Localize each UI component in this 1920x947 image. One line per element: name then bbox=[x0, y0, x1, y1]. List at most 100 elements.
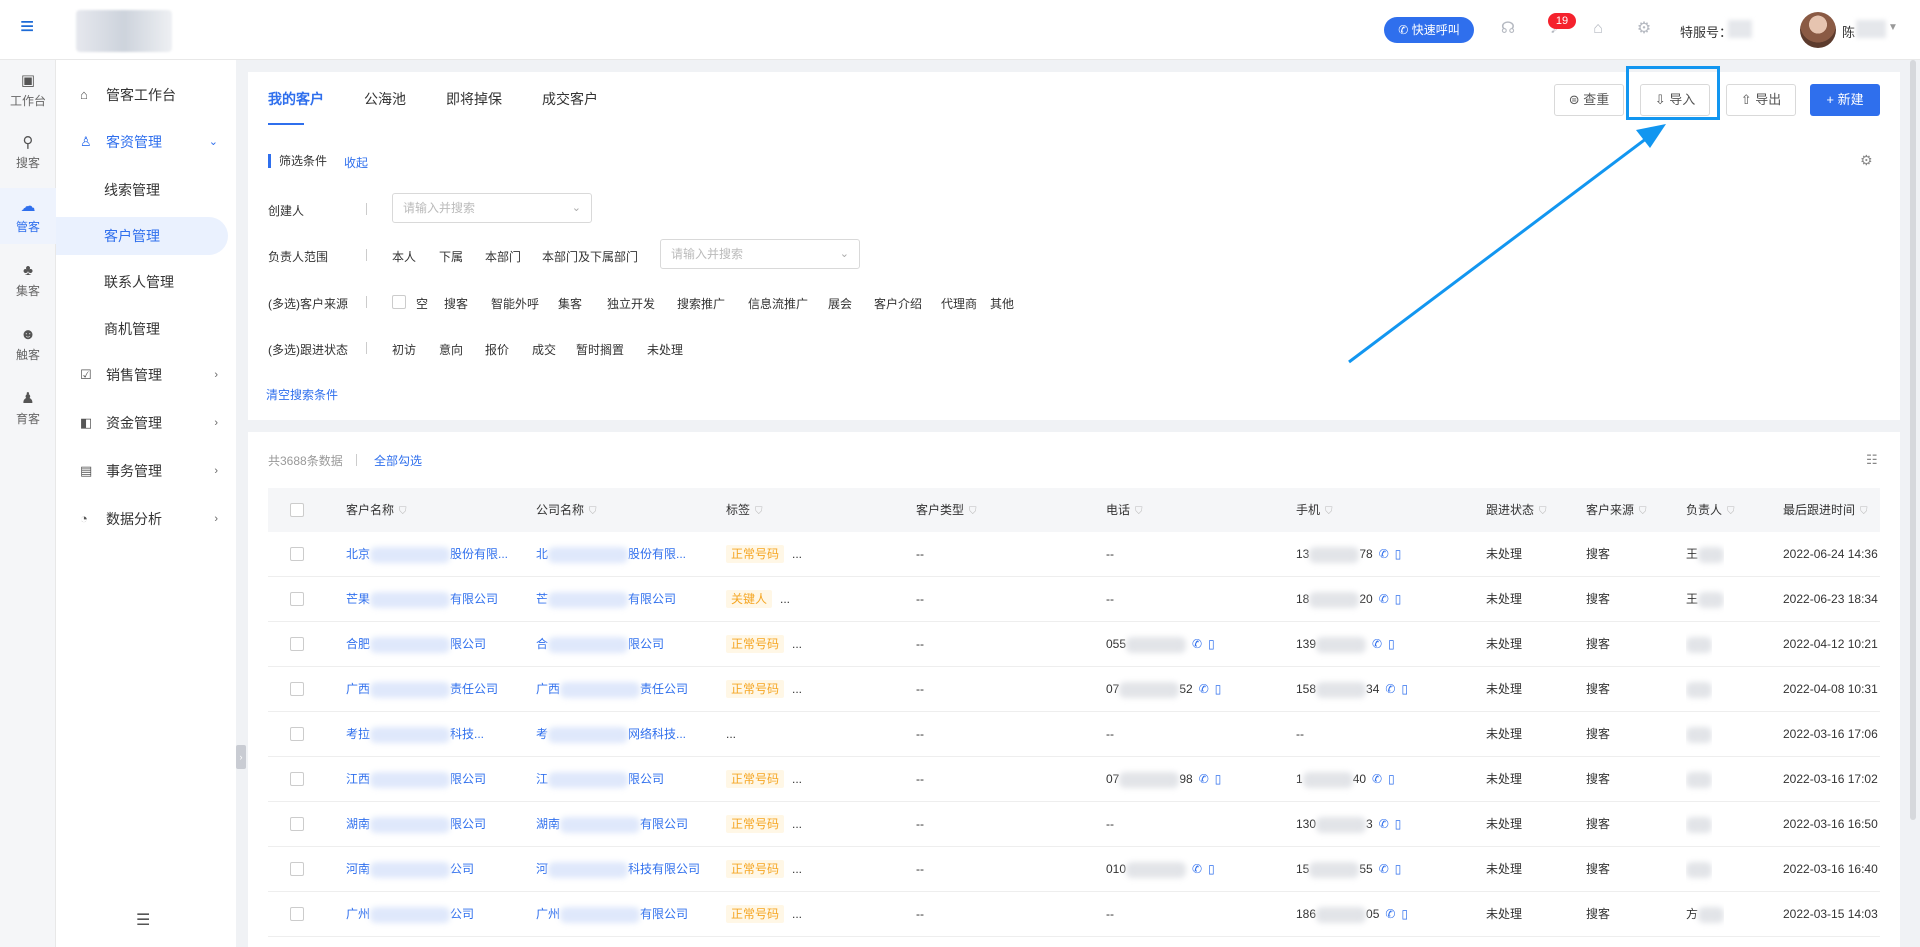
mobile-icon[interactable]: ▯ bbox=[1395, 817, 1402, 831]
mobile-icon[interactable]: ▯ bbox=[1388, 772, 1395, 786]
source-option-6[interactable]: 信息流推广 bbox=[748, 295, 808, 312]
source-option-5[interactable]: 搜索推广 bbox=[677, 295, 725, 312]
user-name[interactable]: 陈 bbox=[1842, 22, 1855, 41]
rail-item-manage-customer[interactable]: ☁ 管客 bbox=[0, 188, 56, 244]
status-option-2[interactable]: 报价 bbox=[485, 341, 509, 358]
sidebar-item-8[interactable]: ▤ 事务管理 › bbox=[56, 452, 236, 490]
collapse-sidebar-icon[interactable]: ☰ bbox=[136, 910, 150, 930]
table-row[interactable]: 北京 股份有限... 北 股份有限... 正常号码... -- -- 13 78 ✆ ▯ 未处理 搜客 王… bbox=[268, 532, 1880, 577]
phone-call-icon[interactable]: ✆ bbox=[1379, 547, 1389, 561]
company-name-link[interactable]: 湖南 有限公司 bbox=[536, 802, 688, 847]
mobile-icon[interactable]: ▯ bbox=[1395, 547, 1402, 561]
phone-call-icon[interactable]: ✆ bbox=[1372, 772, 1382, 786]
source-option-4[interactable]: 独立开发 bbox=[607, 295, 655, 312]
company-name-link[interactable]: 河 科技有限公司 bbox=[536, 847, 700, 892]
sidebar-toggle-handle[interactable]: › bbox=[236, 745, 246, 769]
company-name-link[interactable]: 芒 有限公司 bbox=[536, 577, 676, 622]
source-option-2[interactable]: 智能外呼 bbox=[491, 295, 539, 312]
table-row[interactable]: 考拉 科技... 考 网络科技...... -- -- -- 未处理 搜客 2022-03-16 … bbox=[268, 712, 1880, 757]
sidebar-item-7[interactable]: ◧ 资金管理 › bbox=[56, 404, 236, 442]
owner-option-self[interactable]: 本人 bbox=[392, 248, 416, 265]
sidebar-item-6[interactable]: ☑ 销售管理 › bbox=[56, 356, 236, 394]
rail-item-touch-customer[interactable]: ☻ 触客 bbox=[0, 316, 56, 372]
customer-name-link[interactable]: 芒果 有限公司 bbox=[346, 577, 498, 622]
header-checkbox[interactable] bbox=[290, 503, 304, 517]
table-row[interactable]: 湖南 限公司 湖南 有限公司 正常号码... -- -- 130 3 ✆ ▯ 未处理 搜客 2022-03… bbox=[268, 802, 1880, 847]
row-checkbox[interactable] bbox=[290, 772, 304, 786]
table-row[interactable]: 芒果 有限公司 芒 有限公司 关键人... -- -- 18 20 ✆ ▯ 未处理 搜客 王 2022-06… bbox=[268, 577, 1880, 622]
chevron-down-icon[interactable]: ▼ bbox=[1888, 22, 1898, 33]
sidebar-item-1[interactable]: ♙ 客资管理 ⌄ bbox=[56, 123, 236, 161]
company-name-link[interactable]: 北 股份有限... bbox=[536, 532, 686, 577]
phone-call-icon[interactable]: ✆ bbox=[1192, 862, 1202, 876]
table-row[interactable]: 广州 公司 广州 有限公司 正常号码... -- -- 186 05 ✆ ▯ 未处理 搜客 方 2022-0… bbox=[268, 892, 1880, 937]
headset-icon[interactable]: ☊ bbox=[1498, 19, 1518, 39]
source-option-7[interactable]: 展会 bbox=[828, 295, 852, 312]
owner-option-dept-and-sub[interactable]: 本部门及下属部门 bbox=[542, 248, 638, 265]
import-button[interactable]: ⇩ 导入 bbox=[1640, 84, 1710, 116]
mobile-icon[interactable]: ▯ bbox=[1395, 592, 1402, 606]
source-option-3[interactable]: 集客 bbox=[558, 295, 582, 312]
company-name-link[interactable]: 合 限公司 bbox=[536, 622, 664, 667]
rail-item-nurture-customer[interactable]: ♟ 育客 bbox=[0, 380, 56, 436]
status-option-3[interactable]: 成交 bbox=[532, 341, 556, 358]
phone-call-icon[interactable]: ✆ bbox=[1379, 862, 1389, 876]
tab-my-customers[interactable]: 我的客户 bbox=[268, 89, 324, 109]
house-icon[interactable]: ⌂ bbox=[1588, 19, 1608, 39]
quick-call-button[interactable]: ✆ 快速呼叫 bbox=[1384, 17, 1474, 43]
hamburger-menu-icon[interactable]: ≡ bbox=[16, 15, 38, 39]
phone-call-icon[interactable]: ✆ bbox=[1379, 817, 1389, 831]
mobile-icon[interactable]: ▯ bbox=[1208, 862, 1215, 876]
row-checkbox[interactable] bbox=[290, 637, 304, 651]
company-name-link[interactable]: 江 限公司 bbox=[536, 757, 664, 802]
table-row[interactable]: 江西 限公司 江 限公司 正常号码... -- 07 98 ✆ ▯ 1 40 ✆ ▯ 未处理 搜客 2022-0… bbox=[268, 757, 1880, 802]
row-checkbox[interactable] bbox=[290, 592, 304, 606]
phone-call-icon[interactable]: ✆ bbox=[1199, 772, 1209, 786]
owner-select[interactable]: 请输入并搜索 ⌄ bbox=[660, 239, 860, 269]
owner-option-dept[interactable]: 本部门 bbox=[485, 248, 521, 265]
mobile-icon[interactable]: ▯ bbox=[1401, 682, 1408, 696]
customer-name-link[interactable]: 考拉 科技... bbox=[346, 712, 484, 757]
tab-closed-customers[interactable]: 成交客户 bbox=[542, 89, 598, 109]
new-button[interactable]: + 新建 bbox=[1810, 84, 1880, 116]
status-option-4[interactable]: 暂时搁置 bbox=[576, 341, 624, 358]
mobile-icon[interactable]: ▯ bbox=[1388, 637, 1395, 651]
sidebar-item-0[interactable]: ⌂ 管客工作台 bbox=[56, 76, 236, 114]
phone-call-icon[interactable]: ✆ bbox=[1385, 682, 1395, 696]
mobile-icon[interactable]: ▯ bbox=[1395, 862, 1402, 876]
rail-item-search-customer[interactable]: ⚲ 搜客 bbox=[0, 124, 56, 180]
source-option-9[interactable]: 代理商 bbox=[941, 295, 977, 312]
table-row[interactable]: 河南 公司 河 科技有限公司 正常号码... -- 010 ✆ ▯ 15 55 ✆ ▯ 未处理 搜客 2022… bbox=[268, 847, 1880, 892]
filter-settings-gear-icon[interactable]: ⚙ bbox=[1860, 152, 1873, 169]
customer-name-link[interactable]: 江西 限公司 bbox=[346, 757, 486, 802]
page-scrollbar[interactable] bbox=[1910, 60, 1916, 820]
company-name-link[interactable]: 广西 责任公司 bbox=[536, 667, 688, 712]
creator-select[interactable]: 请输入并搜索 ⌄ bbox=[392, 193, 592, 223]
mobile-icon[interactable]: ▯ bbox=[1208, 637, 1215, 651]
row-checkbox[interactable] bbox=[290, 817, 304, 831]
mobile-icon[interactable]: ▯ bbox=[1401, 907, 1408, 921]
row-checkbox[interactable] bbox=[290, 547, 304, 561]
table-row[interactable]: 合肥 限公司 合 限公司 正常号码... -- 055 ✆ ▯ 139 ✆ ▯ 未处理 搜客 2022-04… bbox=[268, 622, 1880, 667]
customer-name-link[interactable]: 广州 公司 bbox=[346, 892, 474, 937]
customer-name-link[interactable]: 河南 公司 bbox=[346, 847, 474, 892]
company-name-link[interactable]: 考 网络科技... bbox=[536, 712, 686, 757]
phone-call-icon[interactable]: ✆ bbox=[1199, 682, 1209, 696]
mobile-icon[interactable]: ▯ bbox=[1215, 772, 1222, 786]
source-empty-checkbox[interactable] bbox=[392, 295, 406, 309]
row-checkbox[interactable] bbox=[290, 727, 304, 741]
rail-item-workbench[interactable]: ▣ 工作台 bbox=[0, 62, 56, 118]
status-option-0[interactable]: 初访 bbox=[392, 341, 416, 358]
status-option-5[interactable]: 未处理 bbox=[647, 341, 683, 358]
settings-gear-icon[interactable]: ⚙ bbox=[1634, 19, 1654, 39]
sidebar-subitem-2[interactable]: 线索管理 bbox=[56, 171, 228, 209]
sidebar-subitem-5[interactable]: 商机管理 bbox=[56, 310, 228, 348]
column-settings-icon[interactable]: ☷ bbox=[1866, 452, 1878, 468]
phone-call-icon[interactable]: ✆ bbox=[1192, 637, 1202, 651]
row-checkbox[interactable] bbox=[290, 862, 304, 876]
company-name-link[interactable]: 广州 有限公司 bbox=[536, 892, 688, 937]
row-checkbox[interactable] bbox=[290, 907, 304, 921]
phone-call-icon[interactable]: ✆ bbox=[1379, 592, 1389, 606]
dedupe-button[interactable]: ⊜ 查重 bbox=[1554, 84, 1624, 116]
select-all-link[interactable]: 全部勾选 bbox=[374, 452, 422, 469]
